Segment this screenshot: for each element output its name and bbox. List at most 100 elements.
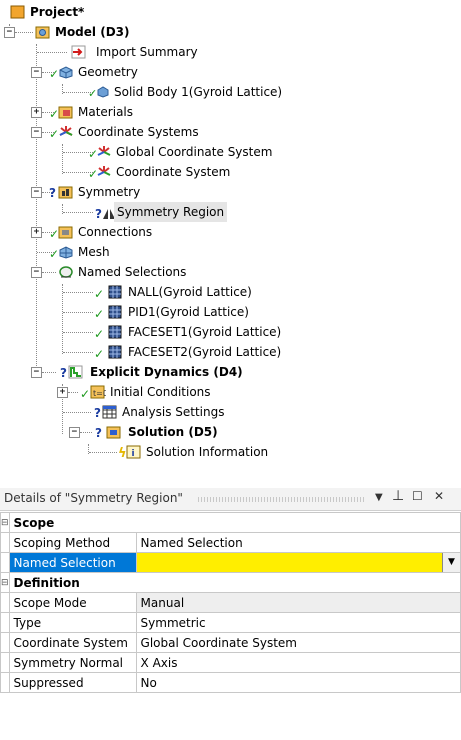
collapse-icon[interactable]: − xyxy=(31,127,42,138)
maximize-icon[interactable]: ☐ xyxy=(412,489,423,503)
property-key: Scoping Method xyxy=(8,532,137,553)
check-icon: ✓ xyxy=(94,307,105,321)
named-selection-icon xyxy=(108,305,124,319)
tree-line xyxy=(15,32,33,33)
tree-item-label: Named Selections xyxy=(78,265,187,279)
named-selection-icon xyxy=(108,325,124,339)
tree-line xyxy=(68,392,78,393)
analysis-settings-icon xyxy=(102,405,118,419)
question-mark-icon: ? xyxy=(95,426,102,440)
details-table: ⊟ Scope Scoping Method Named Selection N… xyxy=(0,512,461,693)
collapse-icon[interactable]: ⊟ xyxy=(0,572,10,593)
tree-line xyxy=(37,52,67,53)
property-row[interactable]: Scoping Method Named Selection xyxy=(0,532,461,553)
mesh-icon xyxy=(58,245,74,259)
pin-icon[interactable]: ⊥ xyxy=(392,488,404,504)
tree-line xyxy=(62,284,63,354)
tree-item-label: Solution Information xyxy=(146,445,269,459)
property-row[interactable]: Symmetry Normal X Axis xyxy=(0,652,461,673)
model-icon xyxy=(35,25,51,39)
group-row-scope[interactable]: ⊟ Scope xyxy=(0,512,461,533)
tree-line xyxy=(80,432,92,433)
symmetry-normal-value[interactable]: X Axis xyxy=(135,652,461,673)
check-icon: ✓ xyxy=(94,327,105,341)
check-icon: ✓ xyxy=(94,287,105,301)
row-indent xyxy=(0,552,10,573)
tree-item-label: Connections xyxy=(78,225,153,239)
row-indent xyxy=(0,632,10,653)
geometry-icon xyxy=(58,65,74,79)
tree-item-label: NALL(Gyroid Lattice) xyxy=(128,285,252,299)
property-key: Named Selection xyxy=(8,552,137,573)
tree-item-label: Symmetry Region xyxy=(114,202,228,222)
outline-tree: Project* − Model (D3) Import Summary − ✓… xyxy=(0,0,461,478)
coordinate-system-icon xyxy=(96,165,112,179)
collapse-icon[interactable]: − xyxy=(31,67,42,78)
details-header: Details of "Symmetry Region" ▼ ⊥ ☐ ✕ xyxy=(0,488,461,511)
materials-icon xyxy=(58,105,74,119)
tree-line xyxy=(63,332,93,333)
expand-icon[interactable]: + xyxy=(57,387,68,398)
drag-grip[interactable] xyxy=(198,497,366,502)
tree-line xyxy=(63,412,91,413)
group-row-definition[interactable]: ⊟ Definition xyxy=(0,572,461,593)
tree-item-label: PID1(Gyroid Lattice) xyxy=(128,305,249,319)
tree-line xyxy=(63,292,93,293)
property-row-selected[interactable]: Named Selection ▼ xyxy=(0,552,461,573)
tree-item-label: Coordinate System xyxy=(116,165,231,179)
solution-icon xyxy=(106,425,122,439)
property-row[interactable]: Type Symmetric xyxy=(0,612,461,633)
collapse-icon[interactable]: − xyxy=(31,267,42,278)
property-row[interactable]: Scope Mode Manual xyxy=(0,592,461,613)
details-title: Details of "Symmetry Region" xyxy=(4,491,183,505)
tree-line xyxy=(62,144,63,174)
named-selection-dropdown[interactable]: ▼ xyxy=(135,552,461,573)
type-value[interactable]: Symmetric xyxy=(135,612,461,633)
coordinate-system-value[interactable]: Global Coordinate System xyxy=(135,632,461,653)
scoping-method-value[interactable]: Named Selection xyxy=(135,532,461,553)
tree-item-label: Symmetry xyxy=(78,185,141,199)
chevron-down-icon[interactable]: ▼ xyxy=(442,553,460,572)
close-icon[interactable]: ✕ xyxy=(434,489,444,503)
expand-icon[interactable]: + xyxy=(31,227,42,238)
explicit-dynamics-icon xyxy=(68,365,84,379)
tree-item-label: Geometry xyxy=(78,65,138,79)
tree-item-label: Model (D3) xyxy=(55,25,130,39)
tree-line xyxy=(36,44,37,372)
tree-line xyxy=(63,212,93,213)
suppressed-value[interactable]: No xyxy=(135,672,461,693)
tree-item-label: Analysis Settings xyxy=(122,405,225,419)
question-mark-icon: ? xyxy=(60,366,67,380)
collapse-icon[interactable]: − xyxy=(69,427,80,438)
expand-icon[interactable]: + xyxy=(31,107,42,118)
group-label: Definition xyxy=(8,572,461,593)
collapse-icon[interactable]: − xyxy=(31,187,42,198)
collapse-icon[interactable]: ⊟ xyxy=(0,512,10,533)
tree-item-label: Materials xyxy=(78,105,134,119)
dropdown-icon[interactable]: ▼ xyxy=(375,492,383,503)
named-selection-icon xyxy=(108,345,124,359)
initial-conditions-icon: t=0 xyxy=(90,385,108,399)
tree-item-label: Initial Conditions xyxy=(110,385,211,399)
tree-item-label: Import Summary xyxy=(96,45,198,59)
solid-body-icon xyxy=(96,85,112,99)
property-key: Suppressed xyxy=(8,672,137,693)
tree-line xyxy=(42,272,56,273)
question-mark-icon: ? xyxy=(49,186,56,200)
property-key: Coordinate System xyxy=(8,632,137,653)
tree-item-label: Mesh xyxy=(78,245,110,259)
property-key: Symmetry Normal xyxy=(8,652,137,673)
property-row[interactable]: Coordinate System Global Coordinate Syst… xyxy=(0,632,461,653)
collapse-icon[interactable]: − xyxy=(4,27,15,38)
collapse-icon[interactable]: − xyxy=(31,367,42,378)
svg-text:i: i xyxy=(132,449,135,459)
row-indent xyxy=(0,652,10,673)
property-key: Scope Mode xyxy=(8,592,137,613)
coordinate-systems-icon xyxy=(58,125,74,139)
scope-mode-value: Manual xyxy=(135,592,461,613)
coordinate-system-icon xyxy=(96,145,112,159)
tree-item-label: Coordinate Systems xyxy=(78,125,199,139)
check-icon: ✓ xyxy=(80,387,91,401)
svg-text:t=0: t=0 xyxy=(93,389,106,398)
property-row[interactable]: Suppressed No xyxy=(0,672,461,693)
